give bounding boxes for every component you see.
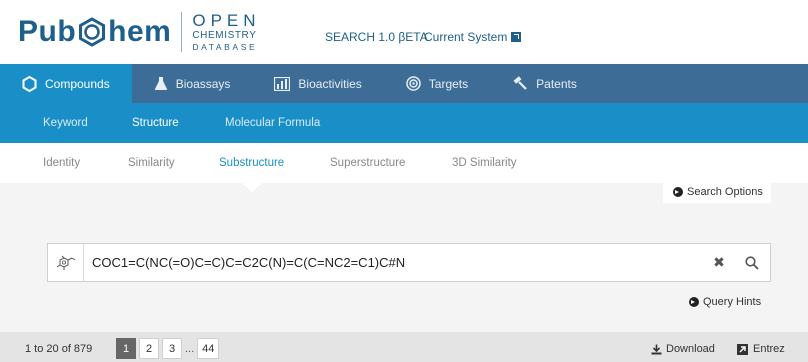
logo-divider	[181, 12, 183, 52]
nav-bioactivities[interactable]: Bioactivities	[252, 64, 383, 103]
circle-arrow-right-icon	[673, 187, 683, 197]
benzene-ring-icon	[77, 17, 107, 47]
structure-search-box: ✖	[47, 243, 771, 282]
circle-arrow-right-icon	[689, 297, 699, 307]
download-icon	[651, 344, 662, 354]
download-button[interactable]: Download	[651, 343, 715, 355]
logo-text-left: Pub	[18, 15, 77, 48]
active-subtab-pointer	[242, 183, 262, 192]
pagination: 1 2 3 ... 44	[116, 338, 222, 359]
search-options-button[interactable]: Search Options	[663, 181, 771, 203]
nav-targets[interactable]: Targets	[384, 64, 490, 103]
tab-identity[interactable]: Identity	[43, 143, 80, 183]
external-link-icon	[737, 343, 748, 355]
entrez-button[interactable]: Entrez	[737, 343, 785, 355]
page-ellipsis: ...	[185, 342, 195, 355]
nav-patents[interactable]: Patents	[490, 64, 599, 103]
results-count: 1 to 20 of 879	[25, 343, 93, 355]
nav-bioassays-label: Bioassays	[175, 76, 231, 91]
logo-text-right: hem	[108, 15, 172, 48]
entrez-label: Entrez	[753, 343, 785, 355]
tab-substructure[interactable]: Substructure	[219, 143, 284, 183]
nav-compounds[interactable]: Compounds	[0, 64, 132, 103]
tab-molecular-formula[interactable]: Molecular Formula	[225, 103, 320, 143]
tab-3d-similarity[interactable]: 3D Similarity	[452, 143, 517, 183]
logo-open-text: OPEN	[192, 11, 261, 31]
search-version-label: SEARCH 1.0 βETA	[325, 30, 428, 44]
tab-similarity[interactable]: Similarity	[128, 143, 175, 183]
logo-tagline: OPEN CHEMISTRY DATABASE	[192, 12, 260, 52]
current-system-link[interactable]: Current System	[424, 30, 522, 44]
nav-bioassays[interactable]: Bioassays	[132, 64, 253, 103]
draw-structure-button[interactable]	[48, 244, 84, 281]
pubchem-logo[interactable]: Pub hem OPEN CHEMISTRY DATABASE	[18, 10, 261, 54]
clear-search-button[interactable]: ✖	[704, 244, 734, 281]
main-nav: Compounds Bioassays Bioactivities Target…	[0, 64, 808, 103]
search-type-nav: Keyword Structure Molecular Formula	[0, 103, 808, 143]
nav-compounds-label: Compounds	[45, 76, 110, 91]
tab-keyword[interactable]: Keyword	[43, 103, 88, 143]
bar-chart-icon	[274, 76, 291, 91]
external-link-icon	[511, 32, 522, 42]
submit-search-button[interactable]	[734, 244, 770, 281]
nav-bioactivities-label: Bioactivities	[298, 76, 362, 91]
nav-patents-label: Patents	[536, 76, 577, 91]
logo-chemistry-text: CHEMISTRY	[192, 30, 257, 42]
structure-search-nav: Identity Similarity Substructure Superst…	[0, 143, 808, 183]
logo-wordmark: Pub hem	[18, 15, 171, 49]
hexagon-icon	[22, 75, 37, 92]
nav-targets-label: Targets	[428, 76, 469, 91]
page-button[interactable]: 2	[139, 338, 159, 359]
flask-icon	[154, 77, 167, 90]
query-hints-link[interactable]: Query Hints	[689, 296, 761, 308]
query-hints-label: Query Hints	[703, 296, 762, 308]
tab-structure[interactable]: Structure	[132, 103, 179, 143]
page-button-current[interactable]: 1	[116, 338, 136, 359]
site-header: Pub hem OPEN CHEMISTRY DATABASE SEARCH 1…	[0, 0, 808, 64]
molecule-sketch-icon	[56, 255, 75, 270]
search-icon	[745, 255, 759, 270]
results-toolbar: 1 to 20 of 879 1 2 3 ... 44 Download Ent…	[0, 332, 808, 362]
target-icon	[406, 76, 421, 91]
page-button[interactable]: 3	[162, 338, 182, 359]
search-options-label: Search Options	[687, 186, 763, 198]
page-button-last[interactable]: 44	[197, 338, 220, 359]
logo-database-text: DATABASE	[192, 42, 258, 53]
tab-superstructure[interactable]: Superstructure	[330, 143, 405, 183]
download-label: Download	[666, 343, 715, 355]
close-icon: ✖	[713, 254, 725, 270]
current-system-label: Current System	[424, 30, 508, 44]
smiles-search-input[interactable]	[84, 244, 704, 281]
gavel-icon	[513, 76, 527, 90]
